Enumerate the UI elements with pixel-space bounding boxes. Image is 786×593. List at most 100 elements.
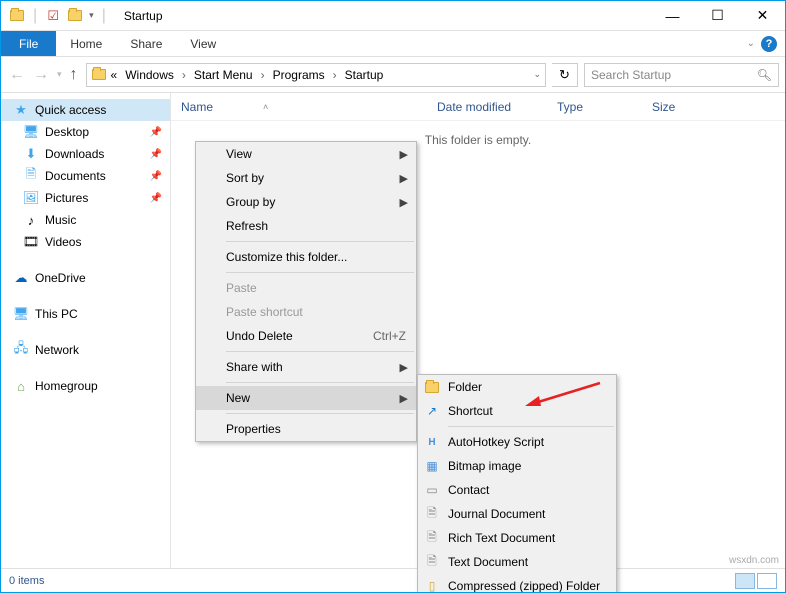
breadcrumb-item[interactable]: Start Menu (190, 68, 257, 82)
share-tab[interactable]: Share (116, 31, 176, 56)
view-details-button[interactable] (735, 573, 755, 589)
sidebar-item-desktop[interactable]: 🖥Desktop📌 (1, 121, 170, 143)
chevron-right-icon: ▶ (400, 172, 408, 185)
recent-dropdown[interactable]: ▾ (55, 67, 64, 82)
sidebar-homegroup[interactable]: ⌂Homegroup (1, 375, 170, 397)
breadcrumb-item[interactable]: Programs (269, 68, 329, 82)
star-icon: ★ (13, 102, 29, 118)
breadcrumb-item[interactable]: Windows (121, 68, 178, 82)
download-icon: ⬇ (23, 146, 39, 162)
search-placeholder: Search Startup (591, 68, 671, 82)
sidebar-item-music[interactable]: ♪Music (1, 209, 170, 231)
network-icon: 🖧 (13, 342, 29, 358)
submenu-bitmap[interactable]: ▦Bitmap image (418, 454, 616, 478)
submenu-shortcut[interactable]: ↗Shortcut (418, 399, 616, 423)
chevron-right-icon: ▶ (400, 148, 408, 161)
submenu-rtf[interactable]: 🗎Rich Text Document (418, 526, 616, 550)
help-icon[interactable]: ? (761, 36, 777, 52)
menu-refresh[interactable]: Refresh (196, 214, 416, 238)
menu-paste: Paste (196, 276, 416, 300)
pc-icon: 🖥 (13, 306, 29, 322)
document-icon: 🗎 (23, 168, 39, 184)
chevron-right-icon: ▶ (400, 392, 408, 405)
menu-paste-shortcut: Paste shortcut (196, 300, 416, 324)
sidebar-item-documents[interactable]: 🗎Documents📌 (1, 165, 170, 187)
path-prefix: « (111, 68, 118, 82)
menu-properties[interactable]: Properties (196, 417, 416, 441)
app-checkbox-icon: ☑ (45, 8, 61, 24)
breadcrumb-item[interactable]: Startup (341, 68, 388, 82)
journal-icon: 🗎 (424, 506, 440, 522)
video-icon: 🎞 (23, 234, 39, 250)
submenu-text[interactable]: 🗎Text Document (418, 550, 616, 574)
file-tab[interactable]: File (1, 31, 56, 56)
menu-customize[interactable]: Customize this folder... (196, 245, 416, 269)
submenu-journal[interactable]: 🗎Journal Document (418, 502, 616, 526)
rtf-icon: 🗎 (424, 530, 440, 546)
menu-share-with[interactable]: Share with▶ (196, 355, 416, 379)
menu-sort-by[interactable]: Sort by▶ (196, 166, 416, 190)
close-button[interactable]: ✕ (740, 1, 785, 31)
navigation-pane: ★ Quick access 🖥Desktop📌 ⬇Downloads📌 🗎Do… (1, 93, 171, 568)
refresh-button[interactable]: ↻ (552, 63, 578, 87)
music-icon: ♪ (23, 212, 39, 228)
sort-indicator-icon: ˄ (263, 102, 268, 112)
explorer-window: | ☑ ▾ | Startup — ☐ ✕ File Home Share Vi… (0, 0, 786, 593)
menu-new[interactable]: New▶ (196, 386, 416, 410)
column-type[interactable]: Type (547, 100, 642, 114)
sidebar-item-downloads[interactable]: ⬇Downloads📌 (1, 143, 170, 165)
navigation-bar: ← → ▾ ↑ « Windows› Start Menu› Programs›… (1, 57, 785, 93)
status-bar: 0 items (1, 568, 785, 592)
submenu-folder[interactable]: Folder (418, 375, 616, 399)
folder-icon (424, 379, 440, 395)
address-bar[interactable]: « Windows› Start Menu› Programs› Startup… (86, 63, 546, 87)
folder-icon (9, 8, 25, 24)
submenu-contact[interactable]: ▭Contact (418, 478, 616, 502)
sidebar-onedrive[interactable]: ☁OneDrive (1, 267, 170, 289)
pin-icon: 📌 (150, 127, 162, 138)
keyboard-shortcut: Ctrl+Z (373, 329, 406, 343)
chevron-right-icon: ▶ (400, 361, 408, 374)
ribbon-expand-icon[interactable]: ⌄ (747, 38, 755, 49)
sidebar-item-pictures[interactable]: 🖼Pictures📌 (1, 187, 170, 209)
ahk-icon: H (424, 434, 440, 450)
back-button[interactable]: ← (7, 64, 27, 86)
menu-undo-delete[interactable]: Undo DeleteCtrl+Z (196, 324, 416, 348)
submenu-ahk[interactable]: HAutoHotkey Script (418, 430, 616, 454)
quick-access[interactable]: ★ Quick access (1, 99, 170, 121)
home-tab[interactable]: Home (56, 31, 116, 56)
toolbar-overflow[interactable]: ▾ (89, 10, 94, 21)
item-count: 0 items (9, 575, 44, 587)
sidebar-thispc[interactable]: 🖥This PC (1, 303, 170, 325)
submenu-zip[interactable]: ▯Compressed (zipped) Folder (418, 574, 616, 593)
cloud-icon: ☁ (13, 270, 29, 286)
window-title: Startup (116, 9, 163, 23)
forward-button[interactable]: → (31, 64, 51, 86)
pictures-icon: 🖼 (23, 190, 39, 206)
view-icons-button[interactable] (757, 573, 777, 589)
view-tab[interactable]: View (176, 31, 230, 56)
chevron-right-icon: ▶ (400, 196, 408, 209)
homegroup-icon: ⌂ (13, 378, 29, 394)
sidebar-network[interactable]: 🖧Network (1, 339, 170, 361)
pin-icon: 📌 (150, 149, 162, 160)
address-dropdown[interactable]: ⌄ (533, 69, 541, 80)
maximize-button[interactable]: ☐ (695, 1, 740, 31)
column-name[interactable]: Name˄ (171, 100, 427, 114)
column-size[interactable]: Size (642, 100, 785, 114)
menu-view[interactable]: View▶ (196, 142, 416, 166)
menu-group-by[interactable]: Group by▶ (196, 190, 416, 214)
text-icon: 🗎 (424, 554, 440, 570)
new-submenu: Folder ↗Shortcut HAutoHotkey Script ▦Bit… (417, 374, 617, 593)
column-date[interactable]: Date modified (427, 100, 547, 114)
titlebar: | ☑ ▾ | Startup — ☐ ✕ (1, 1, 785, 31)
folder-icon (67, 8, 83, 24)
up-button[interactable]: ↑ (68, 64, 80, 86)
shortcut-icon: ↗ (424, 403, 440, 419)
search-input[interactable]: Search Startup 🔍︎ (584, 63, 779, 87)
ribbon-tabs: File Home Share View ⌄ ? (1, 31, 785, 57)
sidebar-item-videos[interactable]: 🎞Videos (1, 231, 170, 253)
minimize-button[interactable]: — (650, 1, 695, 31)
contact-icon: ▭ (424, 482, 440, 498)
watermark: wsxdn.com (729, 555, 779, 566)
